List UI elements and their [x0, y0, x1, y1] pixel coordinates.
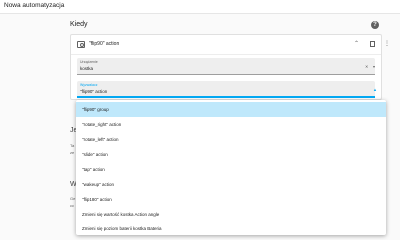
device-field-value: kostka — [80, 66, 94, 71]
dropdown-option[interactable]: "flip180" action — [76, 192, 386, 207]
dropdown-option-label: Zmieni się poziom baterii kostka Bateria — [82, 226, 162, 231]
chevron-up-icon[interactable]: ⌃ — [354, 40, 359, 47]
dropdown-option-label: Zmieni się wartość kostka Action angle — [82, 212, 160, 217]
dropdown-arrow-up-icon[interactable]: ▲ — [373, 87, 377, 92]
trigger-card: "flip90" action ⌃ ⋮ Urządzenie kostka ✕ … — [70, 34, 390, 100]
dots-vertical-icon[interactable]: ⋮ — [384, 40, 390, 47]
dropdown-option[interactable]: "wakeup" action — [76, 177, 386, 192]
trigger-type-dropdown: "flip90" group "rotate_right" action "ro… — [76, 100, 386, 235]
dropdown-option[interactable]: Zmieni się poziom baterii kostka Bateria — [76, 221, 386, 236]
dropdown-option[interactable]: Zmieni się wartość kostka Action angle — [76, 207, 386, 222]
dropdown-option-label: "flip90" group — [82, 107, 109, 112]
clear-icon[interactable]: ✕ — [365, 64, 368, 69]
dropdown-option-label: "slide" action — [82, 152, 108, 157]
help-circle-icon[interactable]: ? — [371, 21, 379, 29]
dropdown-option-label: "rotate_right" action — [82, 122, 122, 127]
section-title-when: Kiedy — [70, 21, 88, 28]
dropdown-option[interactable]: "tap" action — [76, 162, 386, 177]
background-text-fragment-4: cc — [70, 203, 74, 208]
device-field[interactable]: Urządzenie kostka ✕ ▾ — [77, 58, 375, 75]
device-field-label: Urządzenie — [80, 60, 98, 64]
trigger-card-title: "flip90" action — [89, 41, 120, 47]
dropdown-option[interactable]: "rotate_left" action — [76, 132, 386, 147]
dropdown-option-label: "wakeup" action — [82, 182, 114, 187]
dropdown-option-label: "tap" action — [82, 167, 105, 172]
background-text-fragment-2: ze — [70, 150, 75, 155]
trigger-type-field-value: "flip90" action — [80, 89, 108, 94]
trigger-card-header[interactable]: "flip90" action ⌃ ⋮ — [71, 35, 390, 55]
trigger-type-field[interactable]: Wyzwalacz "flip90" action ▲ — [77, 81, 377, 98]
dropdown-option-label: "flip180" action — [82, 197, 112, 202]
dropdown-option[interactable]: "flip90" group — [76, 102, 386, 117]
background-text-fragment-3: Ge — [70, 196, 76, 201]
top-app-bar: Nowa automatyzacja — [0, 0, 400, 14]
dropdown-option[interactable]: "rotate_right" action — [76, 117, 386, 132]
page-title: Nowa automatyzacja — [4, 2, 65, 9]
background-text-fragment: Ta — [70, 143, 75, 148]
trigger-type-field-label: Wyzwalacz — [80, 83, 98, 87]
dropdown-option-label: "rotate_left" action — [82, 137, 119, 142]
copy-icon[interactable] — [370, 41, 375, 47]
dropdown-arrow-icon[interactable]: ▾ — [373, 64, 375, 69]
dropdown-option[interactable]: "slide" action — [76, 147, 386, 162]
remote-icon — [77, 41, 85, 48]
